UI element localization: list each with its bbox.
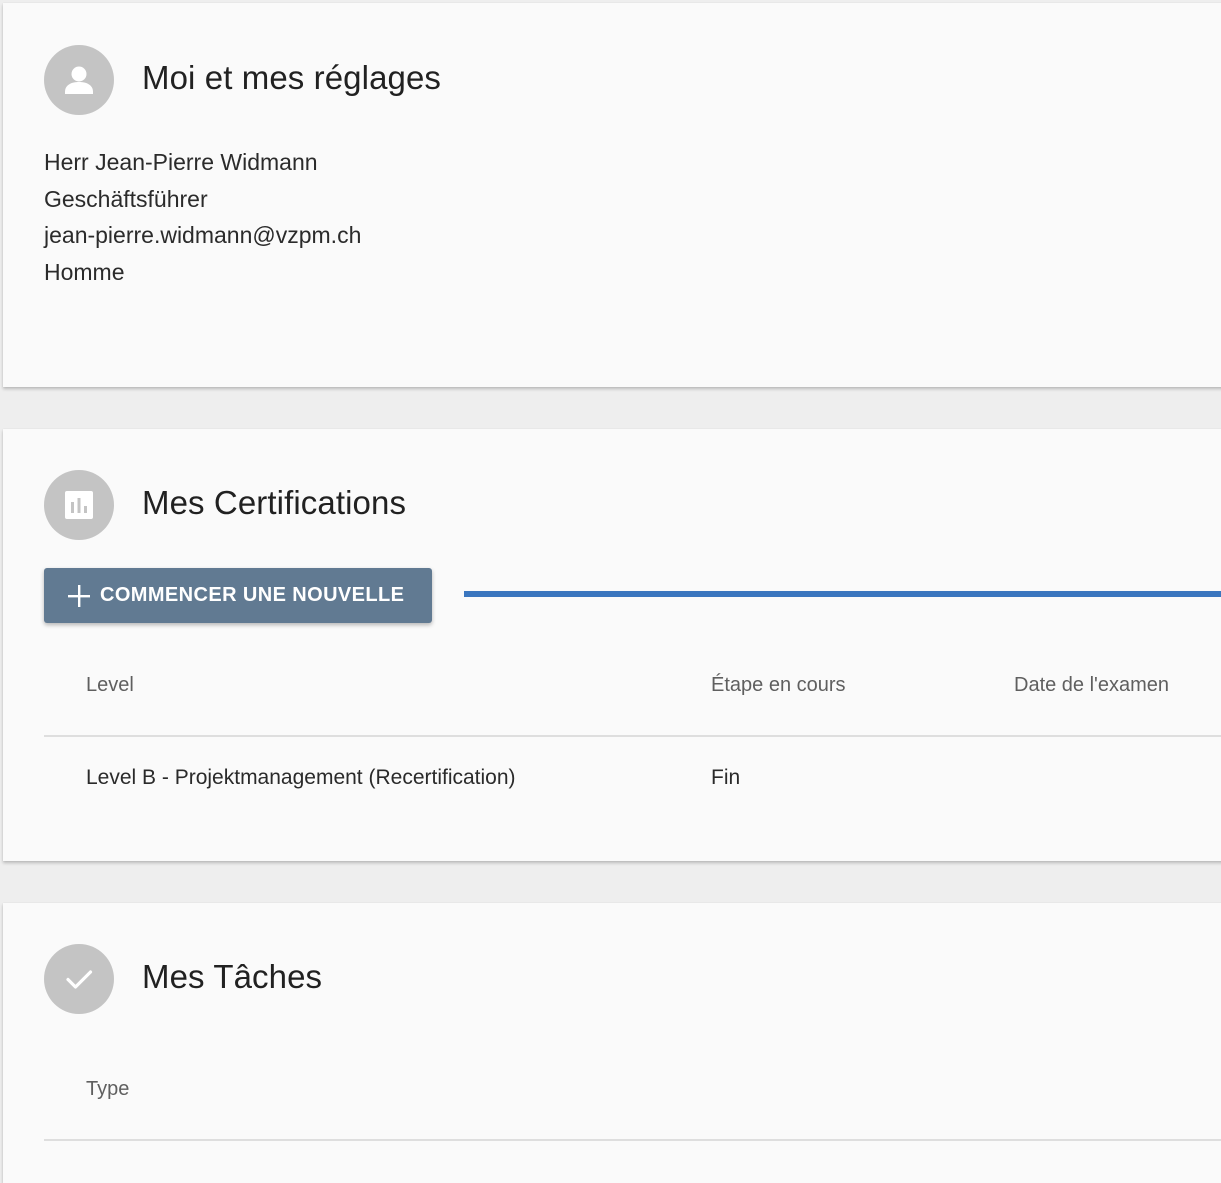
start-new-label: COMMENCER UNE NOUVELLE: [100, 584, 405, 606]
column-header-level[interactable]: Level: [86, 674, 134, 697]
tasks-card: Mes Tâches Type: [3, 903, 1221, 1183]
certifications-card: Mes Certifications COMMENCER UNE NOUVELL…: [3, 429, 1221, 861]
column-header-current-stage[interactable]: Étape en cours: [711, 674, 846, 697]
certifications-title: Mes Certifications: [142, 484, 407, 521]
profile-role: Geschäftsführer: [44, 185, 208, 212]
profile-gender: Homme: [44, 258, 125, 285]
person-icon: [44, 45, 114, 115]
profile-details: Herr Jean-Pierre Widmann Geschäftsführer…: [44, 144, 361, 290]
column-header-type[interactable]: Type: [86, 1078, 129, 1101]
row-stage-cell: Fin: [711, 766, 741, 789]
tasks-title: Mes Tâches: [142, 958, 323, 995]
row-level-cell: Level B - Projektmanagement (Recertifica…: [86, 766, 516, 789]
start-new-certification-button[interactable]: COMMENCER UNE NOUVELLE: [44, 568, 432, 623]
loading-progress-bar: [464, 591, 1221, 597]
profile-name: Herr Jean-Pierre Widmann: [44, 149, 318, 175]
bar-chart-icon: [44, 470, 114, 540]
profile-title: Moi et mes réglages: [142, 59, 442, 96]
check-icon: [44, 944, 114, 1014]
plus-icon: [68, 584, 90, 607]
column-header-exam-date[interactable]: Date de l'examen: [1014, 674, 1169, 697]
profile-email: jean-pierre.widmann@vzpm.ch: [44, 222, 362, 248]
table-header-divider: [44, 735, 1221, 737]
profile-card: Moi et mes réglages Herr Jean-Pierre Wid…: [3, 3, 1221, 387]
tasks-header-divider: [44, 1139, 1221, 1141]
